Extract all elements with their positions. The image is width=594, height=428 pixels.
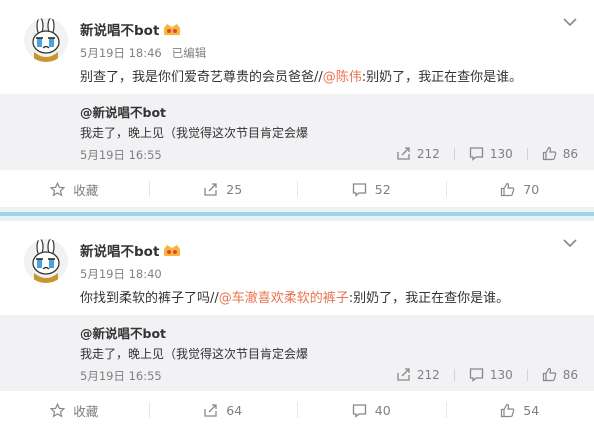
action-bar: 收藏 64 40 54 xyxy=(0,395,594,425)
thumbs-up-icon xyxy=(542,367,556,382)
quoted-stats: 212 130 86 xyxy=(396,367,578,382)
separator-line xyxy=(0,212,594,216)
post-text: 别查了，我是你们爱奇艺尊贵的会员爸爸//@陈伟:别奶了，我正在查你是谁。 xyxy=(80,66,522,85)
quoted-author[interactable]: @新说唱不bot xyxy=(80,323,166,342)
like-count: 70 xyxy=(523,181,540,197)
chevron-down-icon[interactable] xyxy=(562,235,578,249)
post-text-rest: :别奶了，我正在查你是谁。 xyxy=(348,291,510,306)
divider xyxy=(453,147,455,160)
quoted-comment-button[interactable]: 130 xyxy=(469,367,513,382)
weibo-post: 新说唱不bot 5月19日 18:46 已编辑 别查了，我是你们爱奇艺尊贵的会员爸… xyxy=(0,0,594,207)
comment-count: 52 xyxy=(374,181,391,197)
quoted-like-button[interactable]: 86 xyxy=(542,146,578,161)
quoted-post[interactable]: @新说唱不bot 我走了，晚上见（我觉得这次节目肯定会爆 5月19日 16:55… xyxy=(0,94,594,170)
favorite-label: 收藏 xyxy=(73,182,99,198)
mention-link[interactable]: @车澈喜欢柔软的裤子 xyxy=(219,291,349,306)
star-icon xyxy=(50,181,66,196)
action-bar: 收藏 25 52 70 xyxy=(0,174,594,204)
bunny-avatar-icon xyxy=(32,18,60,62)
repost-icon xyxy=(397,147,410,160)
weibo-post: 新说唱不bot 5月19日 18:40 你找到柔软的裤子了吗//@车澈喜欢柔软的… xyxy=(0,221,594,428)
repost-icon xyxy=(204,182,217,196)
quoted-repost-button[interactable]: 212 xyxy=(396,367,440,382)
crown-eyes-icon xyxy=(163,23,181,37)
quoted-repost-count: 212 xyxy=(416,146,440,161)
divider xyxy=(526,368,528,381)
divider xyxy=(453,368,455,381)
quoted-repost-button[interactable]: 212 xyxy=(396,146,440,161)
feed-separator xyxy=(0,207,594,221)
quoted-author[interactable]: @新说唱不bot xyxy=(80,102,166,121)
favorite-button[interactable]: 收藏 xyxy=(0,180,149,198)
quoted-text: 我走了，晚上见（我觉得这次节目肯定会爆 xyxy=(80,347,309,361)
timestamp[interactable]: 5月19日 18:40 xyxy=(80,267,162,281)
quoted-timestamp[interactable]: 5月19日 16:55 xyxy=(80,147,162,163)
comment-icon xyxy=(352,182,366,197)
author-name[interactable]: 新说唱不bot xyxy=(80,19,181,39)
favorite-button[interactable]: 收藏 xyxy=(0,401,149,419)
divider xyxy=(526,147,528,160)
thumbs-up-icon xyxy=(501,182,515,196)
post-text: 你找到柔软的裤子了吗//@车澈喜欢柔软的裤子:别奶了，我正在查你是谁。 xyxy=(80,287,509,306)
quoted-like-button[interactable]: 86 xyxy=(542,367,578,382)
repost-button[interactable]: 25 xyxy=(148,180,298,198)
avatar[interactable] xyxy=(24,18,68,62)
crown-eyes-icon xyxy=(163,244,181,258)
post-text-main: 你找到柔软的裤子了吗// xyxy=(80,291,219,306)
edited-label[interactable]: 已编辑 xyxy=(172,46,207,60)
like-button[interactable]: 70 xyxy=(445,180,594,198)
author-name-text[interactable]: 新说唱不bot xyxy=(80,23,159,39)
bunny-avatar-icon xyxy=(32,239,60,283)
quoted-repost-count: 212 xyxy=(416,367,440,382)
author-name[interactable]: 新说唱不bot xyxy=(80,240,181,260)
repost-count: 64 xyxy=(226,402,243,418)
repost-count: 25 xyxy=(226,181,243,197)
repost-icon xyxy=(397,368,410,381)
thumbs-up-icon xyxy=(542,146,556,161)
avatar[interactable] xyxy=(24,239,68,283)
comment-icon xyxy=(352,403,366,418)
comment-icon xyxy=(469,368,483,382)
quoted-text: 我走了，晚上见（我觉得这次节目肯定会爆 xyxy=(80,126,309,140)
quoted-comment-count: 130 xyxy=(489,367,513,382)
post-text-main: 别查了，我是你们爱奇艺尊贵的会员爸爸// xyxy=(80,70,323,85)
quoted-timestamp[interactable]: 5月19日 16:55 xyxy=(80,368,162,384)
post-text-rest: :别奶了，我正在查你是谁。 xyxy=(361,70,523,85)
author-name-text[interactable]: 新说唱不bot xyxy=(80,244,159,260)
comment-button[interactable]: 52 xyxy=(297,180,446,198)
favorite-label: 收藏 xyxy=(73,403,99,419)
chevron-down-icon[interactable] xyxy=(562,14,578,28)
quoted-comment-button[interactable]: 130 xyxy=(469,146,513,161)
quoted-post[interactable]: @新说唱不bot 我走了，晚上见（我觉得这次节目肯定会爆 5月19日 16:55… xyxy=(0,315,594,391)
quoted-stats: 212 130 86 xyxy=(396,146,578,161)
like-count: 54 xyxy=(523,402,540,418)
quoted-like-count: 86 xyxy=(562,146,578,161)
quoted-like-count: 86 xyxy=(562,367,578,382)
like-button[interactable]: 54 xyxy=(445,401,594,419)
repost-icon xyxy=(204,403,217,417)
comment-icon xyxy=(469,147,483,161)
post-meta: 5月19日 18:40 xyxy=(80,266,162,282)
timestamp[interactable]: 5月19日 18:46 xyxy=(80,46,162,60)
star-icon xyxy=(50,402,66,417)
mention-link[interactable]: @陈伟 xyxy=(323,70,362,85)
comment-button[interactable]: 40 xyxy=(297,401,446,419)
repost-button[interactable]: 64 xyxy=(148,401,298,419)
quoted-comment-count: 130 xyxy=(489,146,513,161)
thumbs-up-icon xyxy=(501,403,515,417)
post-meta: 5月19日 18:46 已编辑 xyxy=(80,45,206,61)
comment-count: 40 xyxy=(374,402,391,418)
